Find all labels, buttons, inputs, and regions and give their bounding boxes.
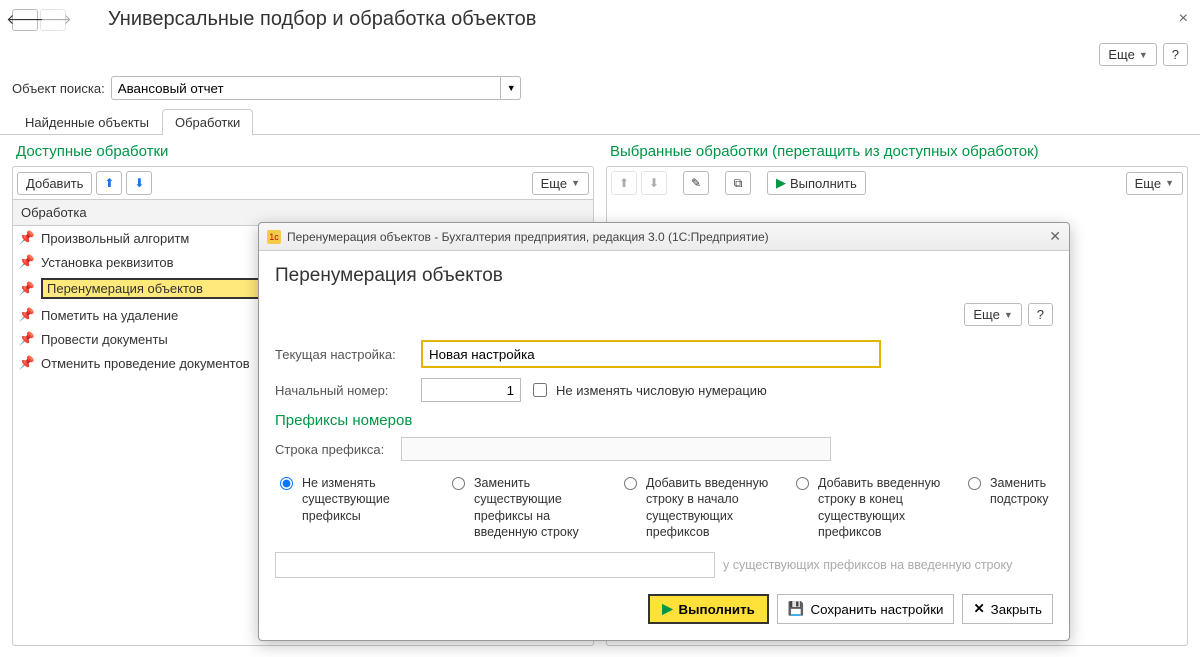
tab-processing[interactable]: Обработки [162, 109, 253, 135]
prefix-radio-option[interactable]: Добавить введенную строку в конец сущест… [791, 475, 941, 540]
radio-input[interactable] [280, 477, 293, 490]
radio-input[interactable] [968, 477, 981, 490]
current-setting-row: Текущая настройка: [275, 340, 1053, 368]
help-button[interactable]: ? [1163, 43, 1188, 66]
search-row: Объект поиска: ▼ [0, 76, 1200, 108]
move-up-button-r[interactable]: ⬆ [611, 171, 637, 195]
renumber-dialog: 1c Перенумерация объектов - Бухгалтерия … [258, 222, 1070, 641]
play-icon: ▶ [776, 175, 786, 191]
dialog-close-icon[interactable]: ✕ [1049, 228, 1061, 245]
start-number-label: Начальный номер: [275, 383, 413, 398]
prefix-string-label: Строка префикса: [275, 442, 393, 457]
start-number-row: Начальный номер: Не изменять числовую ну… [275, 378, 1053, 402]
move-down-button-r[interactable]: ⬇ [641, 171, 667, 195]
dialog-title: Перенумерация объектов - Бухгалтерия пре… [287, 230, 769, 244]
move-up-button[interactable]: ⬆ [96, 171, 122, 195]
dialog-more-button[interactable]: Еще▼ [964, 303, 1021, 326]
nochange-checkbox-wrap: Не изменять числовую нумерацию [529, 380, 767, 400]
app-logo-icon: 1c [267, 230, 281, 244]
page-title: Универсальные подбор и обработка объекто… [108, 8, 536, 31]
pin-icon: 📌 [19, 254, 35, 270]
copy-icon: ⧉ [734, 176, 743, 191]
pin-icon: 📌 [19, 307, 35, 323]
prefix-radio-option[interactable]: Добавить введенную строку в начало сущес… [619, 475, 769, 540]
nochange-label: Не изменять числовую нумерацию [556, 383, 767, 398]
close-icon: ✕ [973, 601, 984, 617]
arrow-down-icon: ⬇ [134, 176, 144, 190]
prefix-radio-option[interactable]: Заменить подстроку [963, 475, 1053, 540]
arrow-down-icon: ⬇ [649, 176, 659, 190]
edit-icon: ✎ [691, 176, 701, 190]
search-combo: ▼ [111, 76, 521, 100]
search-label: Объект поиска: [12, 81, 105, 96]
nochange-checkbox[interactable] [533, 383, 547, 397]
radio-label: Заменить существующие префиксы на введен… [474, 475, 597, 540]
dialog-save-button[interactable]: 💾Сохранить настройки [777, 594, 955, 624]
move-down-button[interactable]: ⬇ [126, 171, 152, 195]
right-column-header: Выбранные обработки (перетащить из досту… [606, 143, 1188, 166]
topbar: 🡐 🡒 Универсальные подбор и обработка объ… [0, 0, 1200, 39]
dialog-footer: ▶Выполнить 💾Сохранить настройки ✕Закрыть [275, 594, 1053, 624]
prefix-radio-option[interactable]: Не изменять существующие префиксы [275, 475, 425, 540]
dialog-top-actions: Еще▼ ? [275, 303, 1053, 326]
dialog-titlebar[interactable]: 1c Перенумерация объектов - Бухгалтерия … [259, 223, 1069, 251]
prefix-section-header: Префиксы номеров [275, 412, 1053, 429]
copy-button[interactable]: ⧉ [725, 171, 751, 195]
prefix-radios: Не изменять существующие префиксы Заменит… [275, 475, 1053, 540]
current-setting-label: Текущая настройка: [275, 347, 413, 362]
search-input[interactable] [111, 76, 501, 100]
more-button[interactable]: Еще▼ [1099, 43, 1156, 66]
tabs: Найденные объекты Обработки [0, 108, 1200, 135]
left-column-header: Доступные обработки [12, 143, 594, 166]
run-button[interactable]: ▶Выполнить [767, 171, 866, 195]
arrow-up-icon: ⬆ [104, 176, 114, 190]
replace-input[interactable] [275, 552, 715, 578]
prefix-string-row: Строка префикса: [275, 437, 1053, 461]
prefix-radio-option[interactable]: Заменить существующие префиксы на введен… [447, 475, 597, 540]
radio-input[interactable] [624, 477, 637, 490]
dialog-run-button[interactable]: ▶Выполнить [648, 594, 769, 624]
add-button[interactable]: Добавить [17, 172, 92, 195]
tab-found-objects[interactable]: Найденные объекты [12, 109, 162, 135]
pin-icon: 📌 [19, 355, 35, 371]
prefix-string-input[interactable] [401, 437, 831, 461]
app-window: 🡐 🡒 Универсальные подбор и обработка объ… [0, 0, 1200, 657]
save-icon: 💾 [788, 601, 805, 617]
radio-label: Заменить подстроку [990, 475, 1053, 508]
header-actions: Еще▼ ? [0, 39, 1200, 76]
right-more-button[interactable]: Еще▼ [1126, 172, 1183, 195]
replace-row: у существующих префиксов на введенную ст… [275, 552, 1053, 578]
arrow-up-icon: ⬆ [619, 176, 629, 190]
nav-forward-button[interactable]: 🡒 [40, 9, 66, 31]
pin-icon: 📌 [19, 230, 35, 246]
replace-hint: у существующих префиксов на введенную ст… [723, 558, 1012, 572]
dialog-help-button[interactable]: ? [1028, 303, 1053, 326]
left-toolbar: Добавить ⬆ ⬇ Еще▼ [13, 167, 593, 199]
pin-icon: 📌 [19, 331, 35, 347]
radio-label: Добавить введенную строку в начало сущес… [646, 475, 769, 540]
radio-input[interactable] [452, 477, 465, 490]
pin-icon: 📌 [19, 281, 35, 297]
close-icon[interactable]: × [1179, 10, 1188, 28]
start-number-input[interactable] [421, 378, 521, 402]
play-icon: ▶ [662, 601, 672, 617]
edit-button[interactable]: ✎ [683, 171, 709, 195]
radio-input[interactable] [796, 477, 809, 490]
right-toolbar: ⬆ ⬇ ✎ ⧉ ▶Выполнить Еще▼ [607, 167, 1187, 199]
dialog-heading: Перенумерация объектов [275, 265, 1053, 287]
left-more-button[interactable]: Еще▼ [532, 172, 589, 195]
search-dropdown-button[interactable]: ▼ [501, 76, 521, 100]
radio-label: Добавить введенную строку в конец сущест… [818, 475, 941, 540]
current-setting-input[interactable] [421, 340, 881, 368]
dialog-close-button[interactable]: ✕Закрыть [962, 594, 1053, 624]
radio-label: Не изменять существующие префиксы [302, 475, 425, 524]
dialog-body: Перенумерация объектов Еще▼ ? Текущая на… [259, 251, 1069, 640]
